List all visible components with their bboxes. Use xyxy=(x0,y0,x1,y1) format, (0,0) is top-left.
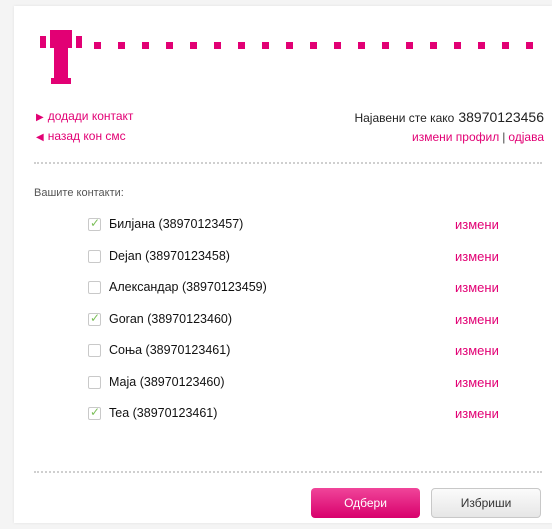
contact-name: Билјана (38970123457) xyxy=(109,217,244,231)
edit-contact-link[interactable]: измени xyxy=(455,343,499,358)
delete-button[interactable]: Избриши xyxy=(431,488,541,518)
contact-row: ✓ Dejan (38970123458) измени xyxy=(88,247,528,279)
contact-row: ✓ Александар (38970123459) измени xyxy=(88,278,528,310)
add-contact-link[interactable]: ▶ додади контакт xyxy=(36,109,133,123)
contact-name: Goran (38970123460) xyxy=(109,311,233,326)
edit-contact-link[interactable]: измени xyxy=(455,375,499,390)
contact-checkbox[interactable]: ✓ xyxy=(88,216,101,231)
contact-name: Соња (38970123461) xyxy=(109,343,231,357)
contact-checkbox[interactable]: ✓ xyxy=(88,310,101,326)
contact-name: Александар (38970123459) xyxy=(109,280,267,294)
top-divider xyxy=(34,162,542,164)
select-button[interactable]: Одбери xyxy=(311,488,420,518)
page-container: ▶ додади контакт ◀ назад кон смс Најавени … xyxy=(14,6,552,523)
telekom-t-icon xyxy=(40,30,533,84)
link-separator: | xyxy=(502,130,506,144)
contact-row: ✓ Маја (38970123460) измени xyxy=(88,373,528,405)
contact-row: ✓ Goran (38970123460) измени xyxy=(88,310,528,342)
triangle-left-icon: ◀ xyxy=(36,132,44,143)
contact-row: ✓ Билјана (38970123457) измени xyxy=(88,215,528,247)
edit-contact-link[interactable]: измени xyxy=(455,312,499,327)
edit-profile-link[interactable]: измени профил xyxy=(412,130,499,144)
contact-row: ✓ Соња (38970123461) измени xyxy=(88,341,528,373)
checkmark-icon: ✓ xyxy=(90,310,101,325)
contact-list: ✓ Билјана (38970123457) измени ✓ Dejan (3897… xyxy=(88,215,528,436)
profile-links: измени профил | одјава xyxy=(412,130,544,144)
triangle-right-icon: ▶ xyxy=(36,112,44,123)
contact-name: Маја (38970123460) xyxy=(109,374,225,389)
edit-contact-link[interactable]: измени xyxy=(455,249,499,264)
bottom-divider xyxy=(34,471,542,473)
contact-checkbox[interactable]: ✓ xyxy=(88,405,101,420)
checkmark-icon: ✓ xyxy=(90,405,101,419)
edit-contact-link[interactable]: измени xyxy=(455,406,499,421)
logged-in-info: Најавени сте како 38970123456 xyxy=(354,109,544,125)
contact-checkbox[interactable]: ✓ xyxy=(88,375,101,389)
contact-checkbox[interactable]: ✓ xyxy=(88,281,101,294)
back-to-sms-link[interactable]: ◀ назад кон смс xyxy=(36,129,126,143)
back-to-sms-label: назад кон смс xyxy=(47,129,126,143)
logged-in-phone: 38970123456 xyxy=(458,109,544,125)
edit-contact-link[interactable]: измени xyxy=(455,217,499,232)
contact-name: Tea (38970123461) xyxy=(109,406,218,420)
contacts-heading: Вашите контакти: xyxy=(34,187,124,199)
logged-in-label: Најавени сте како xyxy=(354,111,455,125)
contact-row: ✓ Tea (38970123461) измени xyxy=(88,404,528,436)
add-contact-label: додади контакт xyxy=(47,109,134,123)
contact-name: Dejan (38970123458) xyxy=(109,248,230,263)
logout-link[interactable]: одјава xyxy=(508,130,544,144)
contact-checkbox[interactable]: ✓ xyxy=(88,249,101,263)
contact-checkbox[interactable]: ✓ xyxy=(88,344,101,357)
telekom-logo xyxy=(40,30,540,84)
checkmark-icon: ✓ xyxy=(90,216,101,230)
edit-contact-link[interactable]: измени xyxy=(455,280,499,295)
